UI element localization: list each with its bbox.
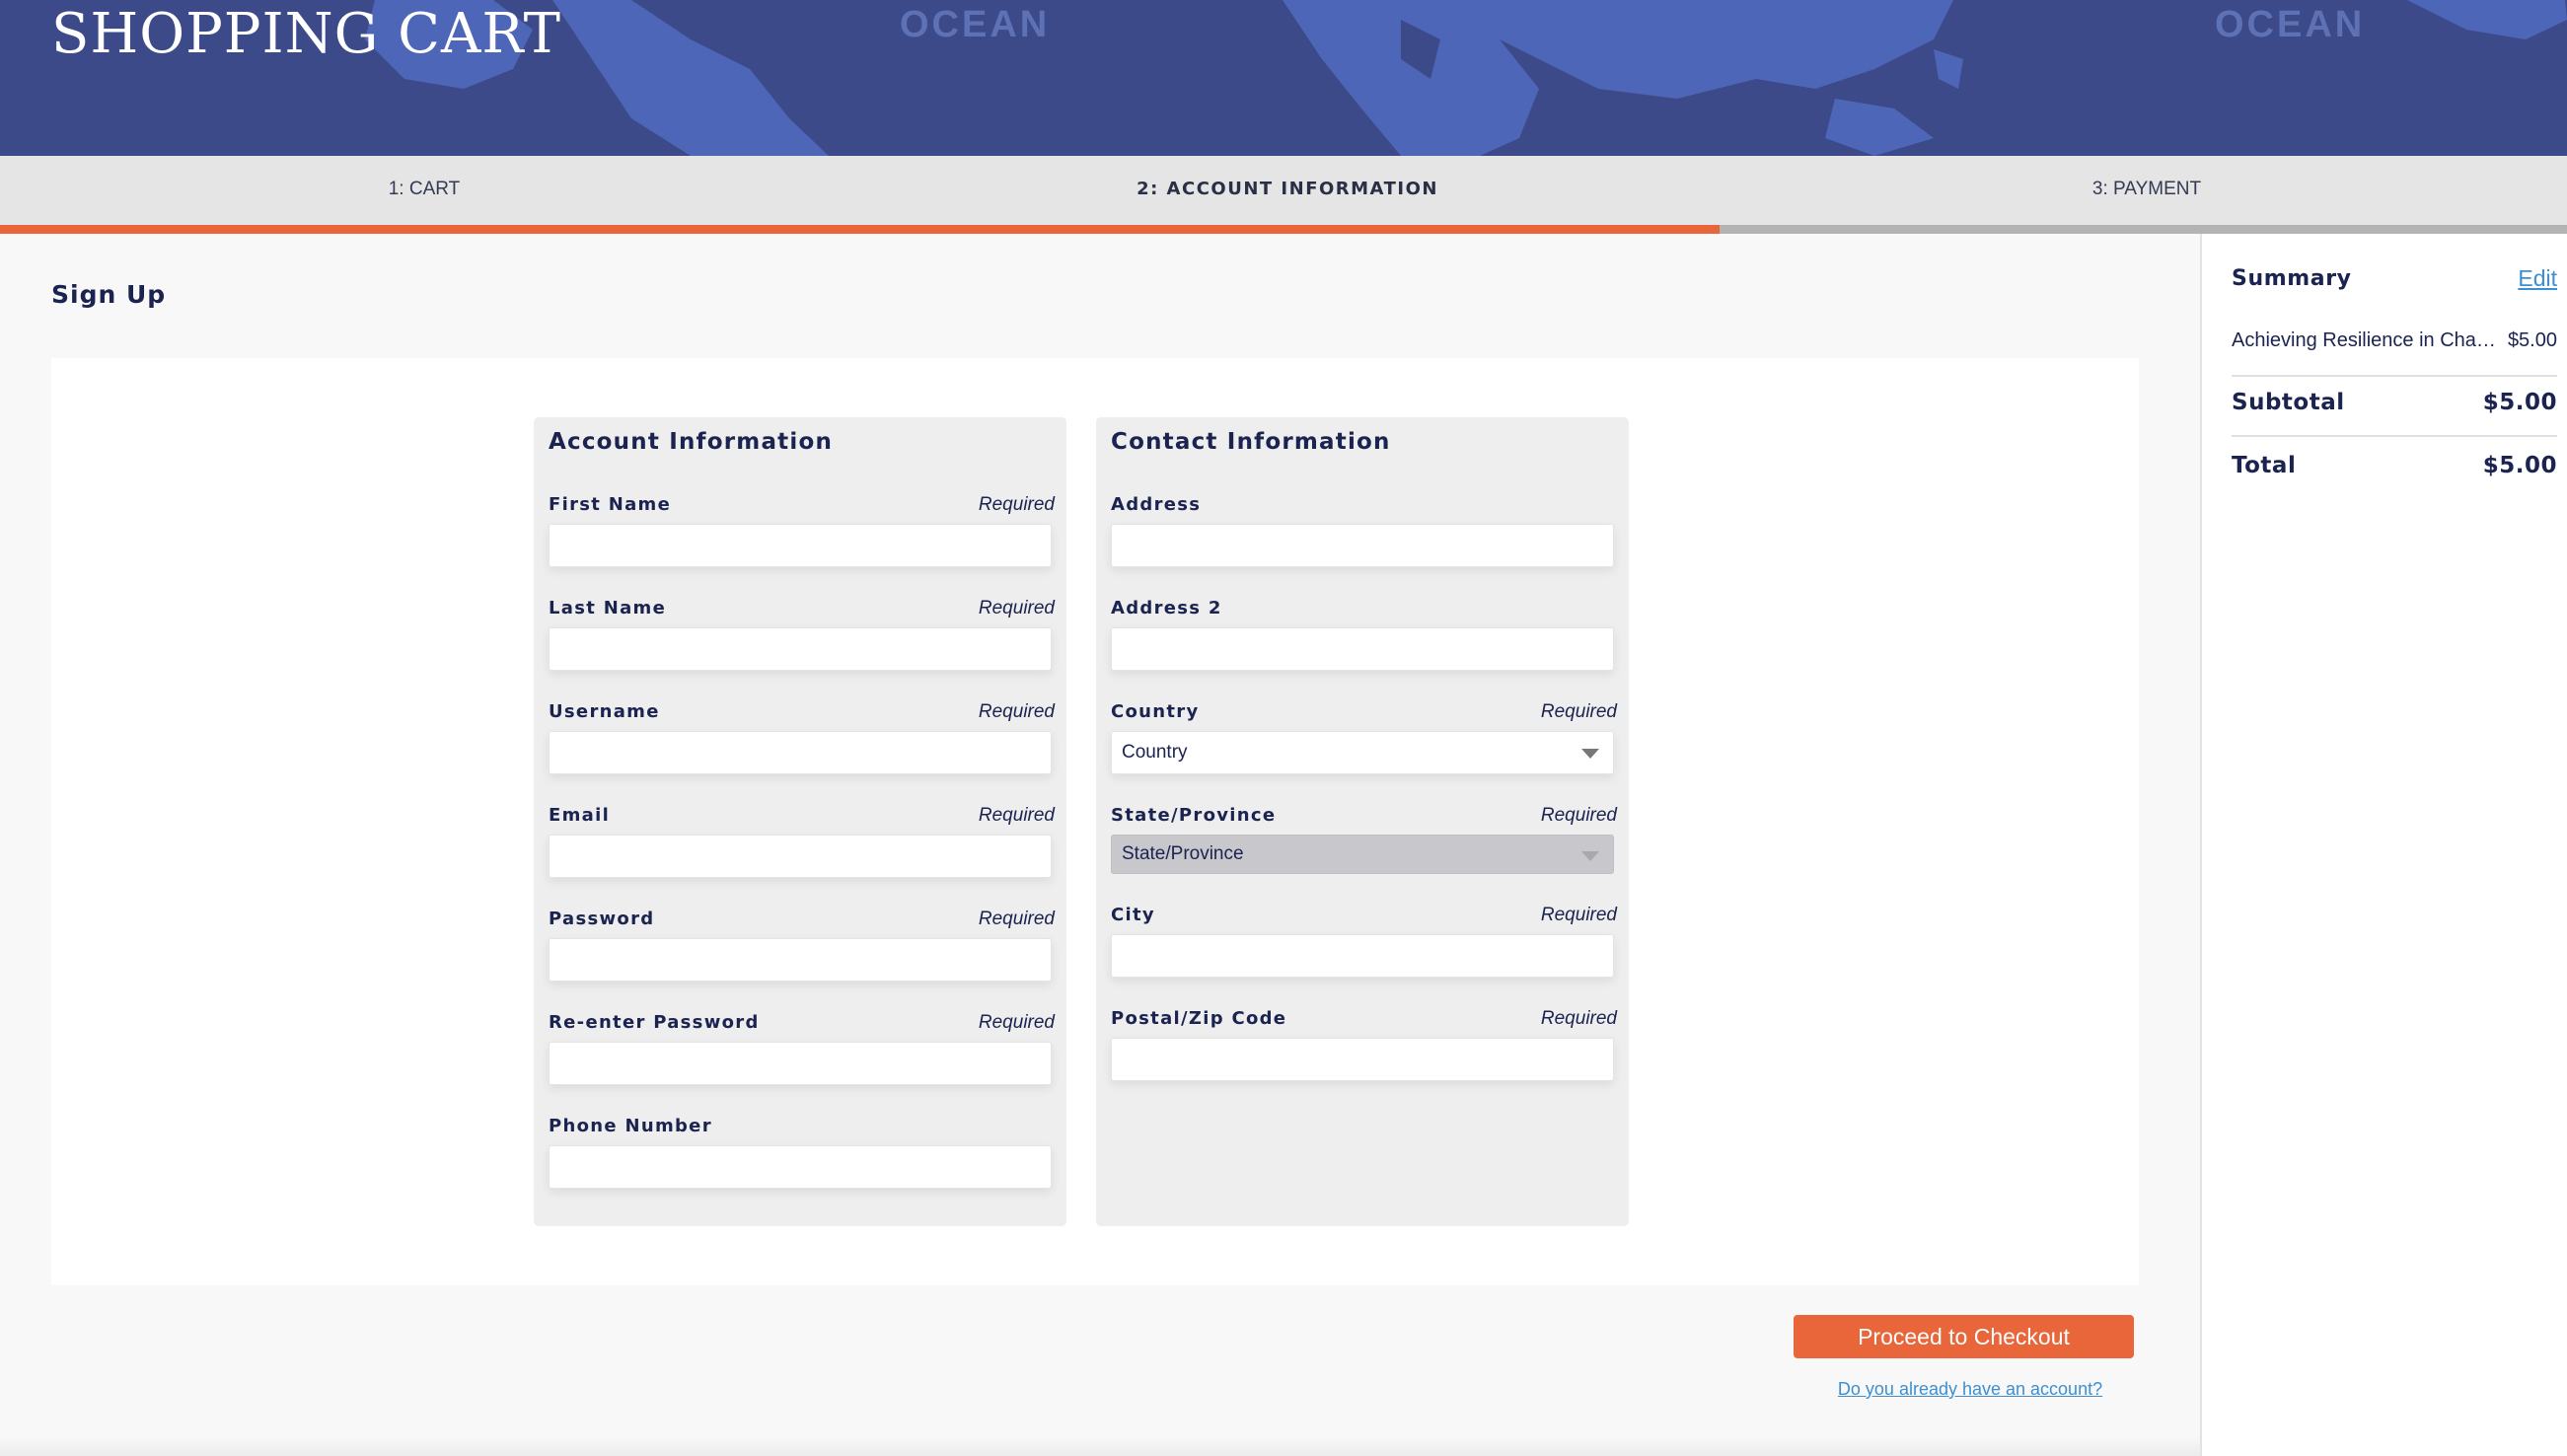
summary-header: Summary Edit <box>2232 265 2557 292</box>
city-input[interactable] <box>1111 934 1614 978</box>
password-input[interactable] <box>549 938 1052 982</box>
last-name-input[interactable] <box>549 627 1052 671</box>
re-enter-password-required: Required <box>978 1012 1055 1033</box>
summary-line-item: Achieving Resilience in Changing Times $… <box>2232 329 2557 352</box>
total-value: $5.00 <box>2482 453 2557 478</box>
state-province-select[interactable]: State/Province <box>1111 835 1614 874</box>
username-input[interactable] <box>549 731 1052 774</box>
summary-item-price: $5.00 <box>2507 329 2557 351</box>
email-input[interactable] <box>549 835 1052 878</box>
summary-total-row: Total $5.00 <box>2232 453 2557 478</box>
state-province-label: State/Province <box>1111 805 1277 826</box>
chevron-down-icon <box>1581 749 1599 759</box>
address-input[interactable] <box>1111 524 1614 567</box>
first-name-required: Required <box>978 494 1055 515</box>
step-payment[interactable]: 3: PAYMENT <box>1726 156 2567 225</box>
postal-zip-code-required: Required <box>1540 1008 1617 1029</box>
page-title: SHOPPING CART <box>51 2 561 66</box>
map-label-ocean: OCEAN <box>2215 4 2366 45</box>
username-label: Username <box>549 701 660 722</box>
sign-up-heading: Sign Up <box>51 280 167 309</box>
order-summary-sidebar: Summary Edit Achieving Resilience in Cha… <box>2200 234 2567 1456</box>
state-province-select-value: State/Province <box>1122 843 1244 864</box>
account-information-panel: Account Information First Name Required … <box>534 417 1066 1226</box>
contact-information-title: Contact Information <box>1111 429 1391 455</box>
postal-zip-code-label: Postal/Zip Code <box>1111 1008 1287 1029</box>
country-select[interactable]: Country <box>1111 731 1614 774</box>
re-enter-password-input[interactable] <box>549 1042 1052 1085</box>
country-select-value: Country <box>1122 742 1188 763</box>
chevron-down-icon <box>1581 851 1599 861</box>
existing-account-link[interactable]: Do you already have an account? <box>1794 1379 2147 1400</box>
sign-up-form-card <box>51 358 2139 1285</box>
step-account-information[interactable]: 2: ACCOUNT INFORMATION <box>848 156 1726 225</box>
email-label: Email <box>549 805 611 826</box>
username-required: Required <box>978 701 1055 722</box>
summary-divider <box>2232 435 2557 437</box>
country-label: Country <box>1111 701 1200 722</box>
email-required: Required <box>978 805 1055 826</box>
progress-bar <box>0 225 2567 234</box>
summary-divider <box>2232 375 2557 377</box>
password-label: Password <box>549 909 655 929</box>
contact-information-panel: Contact Information Address Address 2 Co… <box>1096 417 1629 1226</box>
progress-bar-fill <box>0 225 1721 234</box>
last-name-label: Last Name <box>549 598 667 619</box>
city-required: Required <box>1540 905 1617 925</box>
proceed-to-checkout-button[interactable]: Proceed to Checkout <box>1794 1315 2134 1358</box>
address-2-label: Address 2 <box>1111 598 1222 619</box>
state-province-required: Required <box>1540 805 1617 826</box>
first-name-label: First Name <box>549 494 672 515</box>
last-name-required: Required <box>978 598 1055 619</box>
account-information-title: Account Information <box>549 429 834 455</box>
total-label: Total <box>2232 453 2297 478</box>
postal-zip-code-input[interactable] <box>1111 1038 1614 1081</box>
step-cart[interactable]: 1: CART <box>0 156 848 225</box>
phone-number-label: Phone Number <box>549 1116 712 1136</box>
summary-title: Summary <box>2232 266 2352 291</box>
address-label: Address <box>1111 494 1202 515</box>
country-required: Required <box>1540 701 1617 722</box>
summary-subtotal-row: Subtotal $5.00 <box>2232 390 2557 415</box>
city-label: City <box>1111 905 1155 925</box>
subtotal-value: $5.00 <box>2482 390 2557 415</box>
phone-number-input[interactable] <box>549 1145 1052 1189</box>
edit-cart-link[interactable]: Edit <box>2518 265 2557 292</box>
checkout-steps: 1: CART 2: ACCOUNT INFORMATION 3: PAYMEN… <box>0 156 2567 225</box>
subtotal-label: Subtotal <box>2232 390 2345 415</box>
page-bottom-edge <box>0 1436 2200 1456</box>
map-label-ocean: OCEAN <box>900 4 1051 45</box>
summary-item-name: Achieving Resilience in Changing Times <box>2232 329 2496 351</box>
address-2-input[interactable] <box>1111 627 1614 671</box>
header-banner: SHOPPING CART OCEAN OCEAN <box>0 0 2567 156</box>
password-required: Required <box>978 909 1055 929</box>
first-name-input[interactable] <box>549 524 1052 567</box>
re-enter-password-label: Re-enter Password <box>549 1012 760 1033</box>
